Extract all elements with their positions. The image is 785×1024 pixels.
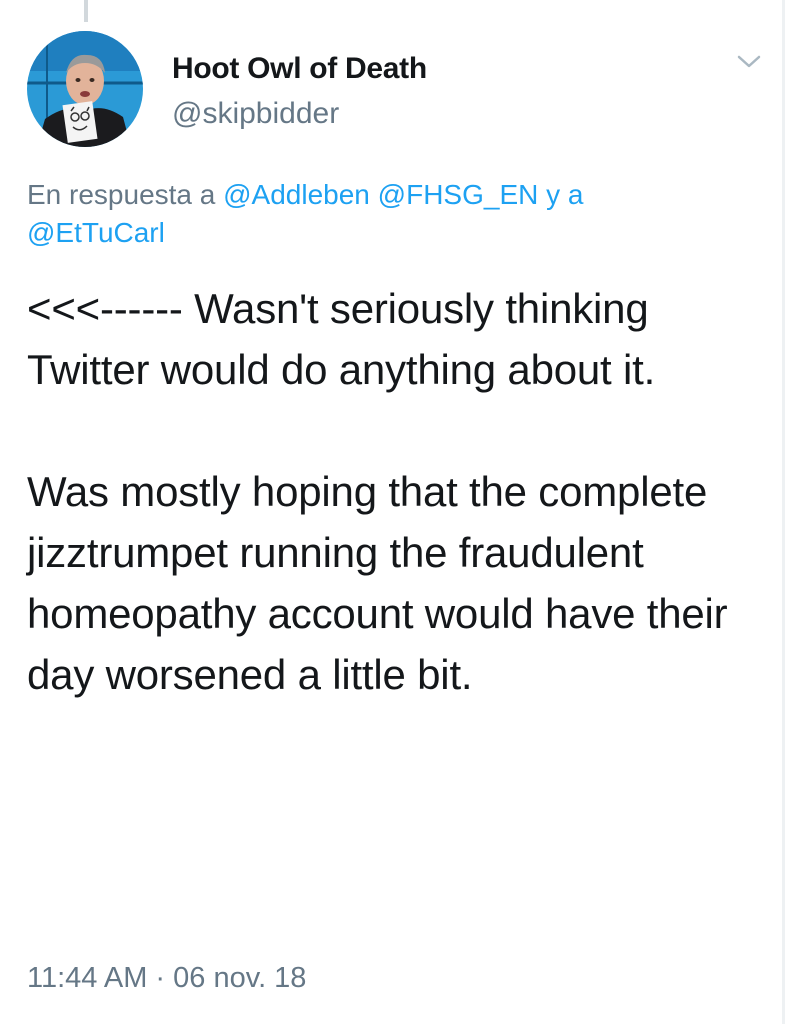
reply-context: En respuesta a @Addleben @FHSG_EN y a @E… xyxy=(27,176,747,252)
tweet-paragraph: Was mostly hoping that the complete jizz… xyxy=(27,468,728,698)
tweet-timestamp[interactable]: 11:44 AM · 06 nov. 18 xyxy=(27,962,306,995)
tweet-menu-button[interactable] xyxy=(736,52,762,72)
chevron-down-icon xyxy=(737,55,761,68)
thread-connector-line xyxy=(84,0,88,22)
reply-user-link[interactable]: @Addleben xyxy=(223,179,370,210)
reply-prefix: En respuesta a xyxy=(27,179,216,210)
author-handle[interactable]: @skipbidder xyxy=(172,97,339,131)
author-display-name[interactable]: Hoot Owl of Death xyxy=(172,52,427,86)
tweet-paragraph: <<<------ Wasn't seriously thinking Twit… xyxy=(27,285,656,393)
reply-user-link[interactable]: @EtTuCarl xyxy=(27,217,165,248)
reply-joiner: y a xyxy=(546,179,584,210)
author-avatar[interactable] xyxy=(27,31,143,147)
avatar-photo-icon xyxy=(27,31,143,147)
tweet-body: <<<------ Wasn't seriously thinking Twit… xyxy=(27,278,767,705)
reply-user-link[interactable]: @FHSG_EN xyxy=(378,179,539,210)
